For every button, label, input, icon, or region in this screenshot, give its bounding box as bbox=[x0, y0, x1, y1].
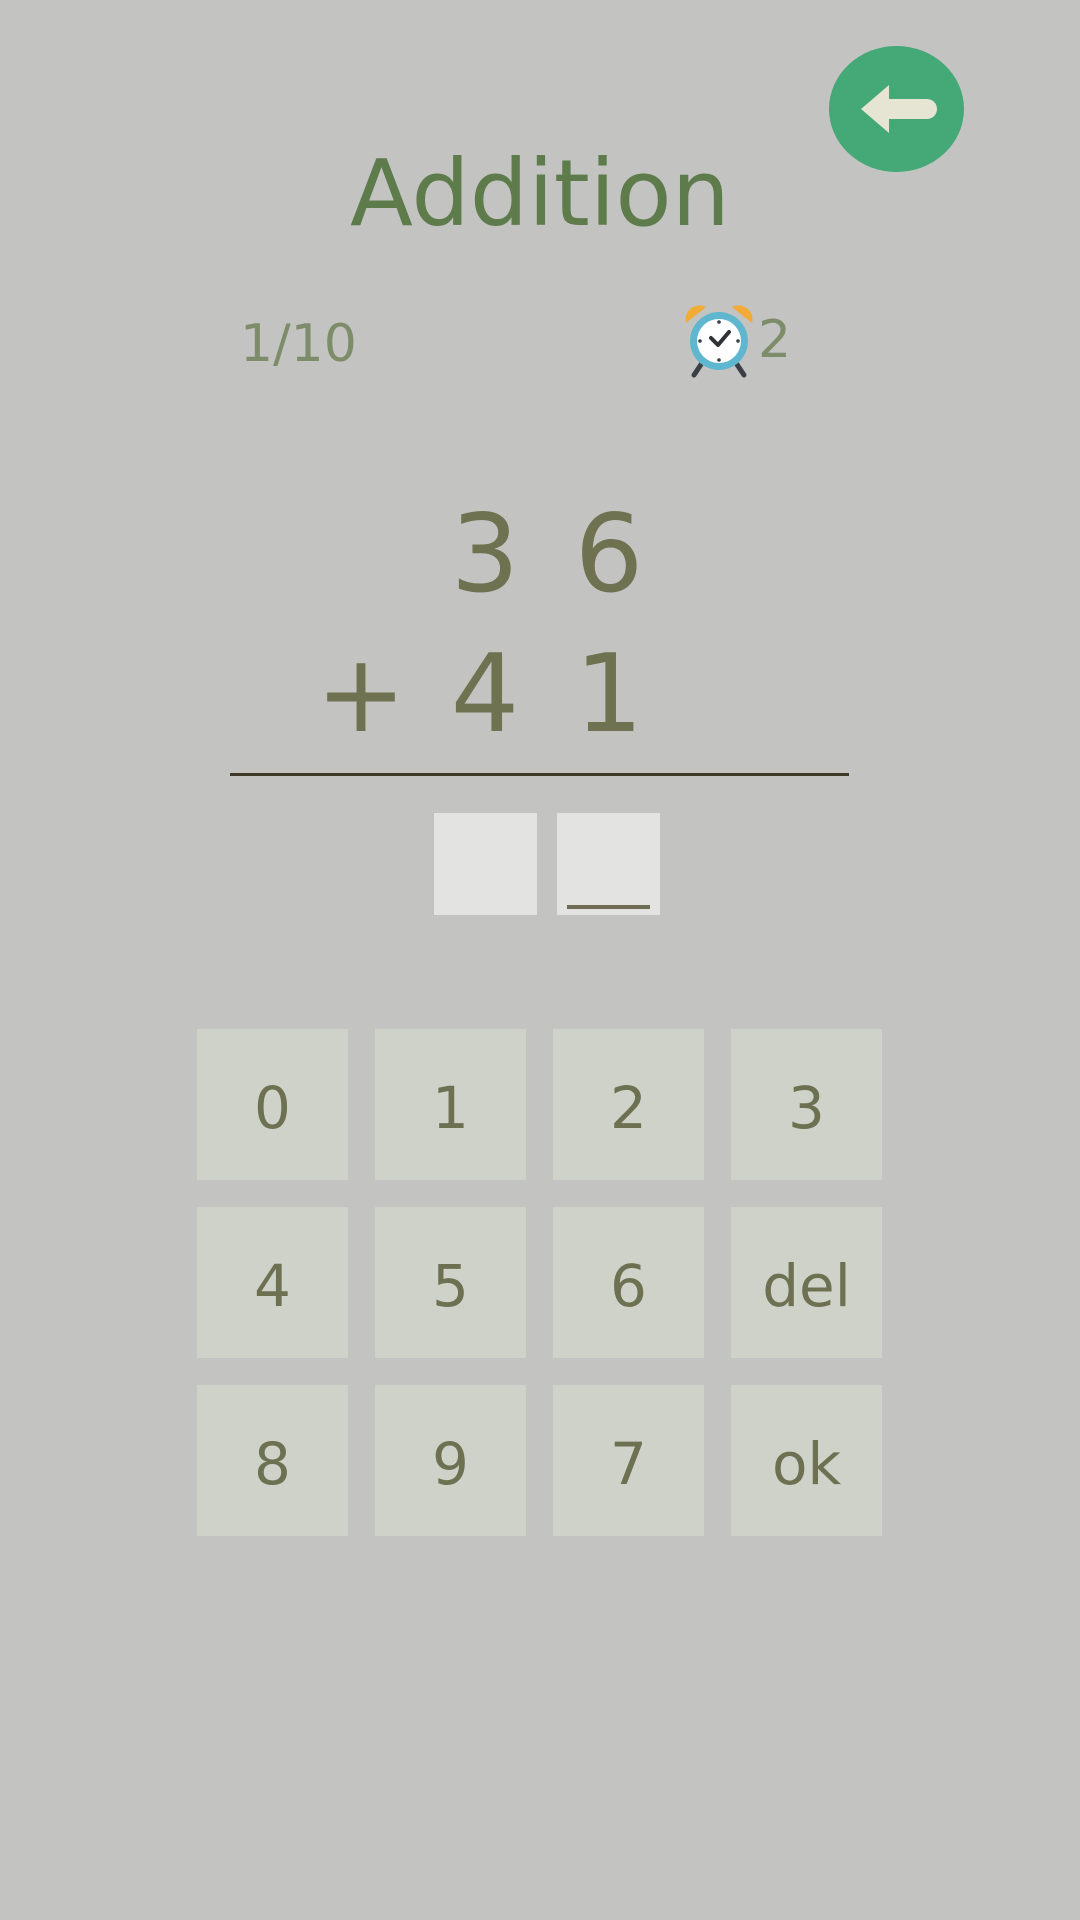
arrow-left-icon bbox=[860, 85, 937, 133]
ok-key[interactable]: ok bbox=[731, 1385, 882, 1536]
input-cursor bbox=[567, 905, 650, 909]
key-8[interactable]: 8 bbox=[197, 1385, 348, 1536]
second-operand: + 4 1 bbox=[0, 630, 1080, 760]
second-operand-tens: 4 bbox=[450, 632, 520, 757]
number-keypad: 0 1 2 3 4 5 6 del 8 9 7 ok bbox=[197, 1029, 883, 1536]
timer-value: 2 bbox=[758, 310, 792, 370]
first-operand-ones: 6 bbox=[574, 492, 644, 617]
answer-ones-box[interactable] bbox=[557, 813, 660, 915]
key-2[interactable]: 2 bbox=[553, 1029, 704, 1180]
question-progress: 1/10 bbox=[240, 314, 357, 374]
key-7[interactable]: 7 bbox=[553, 1385, 704, 1536]
key-4[interactable]: 4 bbox=[197, 1207, 348, 1358]
delete-key[interactable]: del bbox=[731, 1207, 882, 1358]
alarm-clock-icon bbox=[685, 305, 753, 378]
key-0[interactable]: 0 bbox=[197, 1029, 348, 1180]
answer-tens-box[interactable] bbox=[434, 813, 537, 915]
key-5[interactable]: 5 bbox=[375, 1207, 526, 1358]
second-operand-ones: 1 bbox=[574, 632, 644, 757]
key-6[interactable]: 6 bbox=[553, 1207, 704, 1358]
first-operand: 3 6 bbox=[0, 490, 1080, 620]
key-1[interactable]: 1 bbox=[375, 1029, 526, 1180]
plus-operator: + bbox=[315, 632, 407, 757]
timer: 2 bbox=[680, 300, 791, 380]
first-operand-tens: 3 bbox=[450, 492, 520, 617]
key-3[interactable]: 3 bbox=[731, 1029, 882, 1180]
key-9[interactable]: 9 bbox=[375, 1385, 526, 1536]
page-title: Addition bbox=[350, 140, 730, 247]
sum-line bbox=[230, 773, 849, 776]
